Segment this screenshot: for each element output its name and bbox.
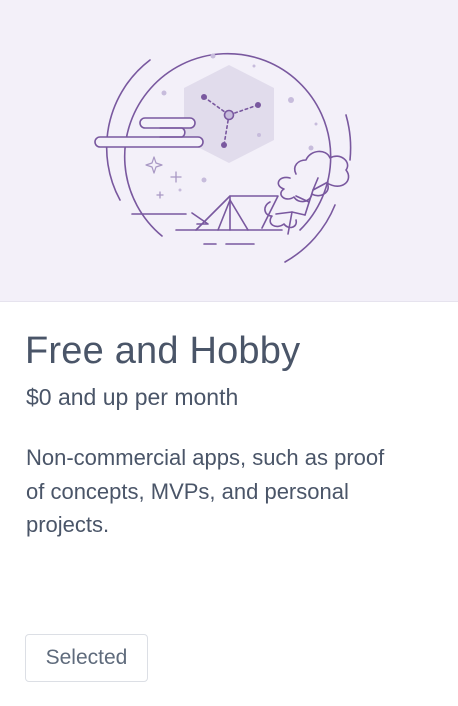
plan-price: $0 and up per month [26, 384, 239, 410]
selected-button[interactable]: Selected [25, 634, 148, 682]
plan-hero [0, 0, 458, 302]
plan-title: Free and Hobby [25, 330, 301, 372]
plan-card: Free and Hobby $0 and up per month Non-c… [0, 0, 458, 706]
plan-description: Non-commercial apps, such as proof of co… [26, 445, 385, 537]
camping-night-illustration-icon [94, 52, 352, 263]
